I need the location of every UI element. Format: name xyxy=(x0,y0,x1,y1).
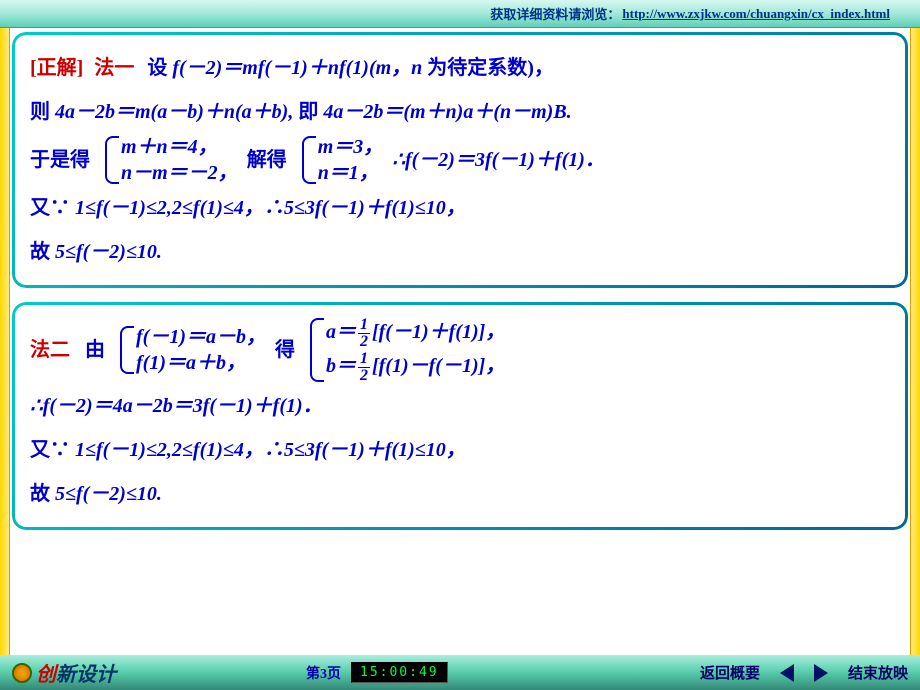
text: 于是得 xyxy=(30,138,90,182)
text: 又∵ xyxy=(30,439,70,461)
tag-correct: [正解] xyxy=(30,57,83,79)
content-area: [正解] 法一 设 f(－2)＝mf(－1)＋nf(1)(m，n 为待定系数)，… xyxy=(12,32,908,652)
text: 设 xyxy=(147,57,167,79)
eq: n＝1， xyxy=(318,160,384,186)
next-button[interactable] xyxy=(814,664,828,682)
frame-left xyxy=(0,28,10,655)
end-show-button[interactable]: 结束放映 xyxy=(848,662,908,683)
header-bar: 获取详细资料请浏览： http://www.zxjkw.com/chuangxi… xyxy=(0,0,920,28)
header-prefix: 获取详细资料请浏览： xyxy=(490,4,620,23)
text: 为待定系数)， xyxy=(427,57,554,79)
text: 即 xyxy=(298,101,318,123)
expr: ∴f(－2)＝4a－2b＝3f(－1)＋f(1)． xyxy=(30,395,323,417)
page-number: 第3页 xyxy=(306,663,341,683)
text: 故 xyxy=(30,241,50,263)
text: 由 xyxy=(85,328,105,372)
eq: a＝12[f(－1)＋f(1)]， xyxy=(326,316,505,350)
numerator: 1 xyxy=(358,351,370,368)
system-brace-4: a＝12[f(－1)＋f(1)]， b＝12[f(1)－f(－1)]， xyxy=(304,316,505,384)
text: 得 xyxy=(275,328,295,372)
solution-panel-1: [正解] 法一 设 f(－2)＝mf(－1)＋nf(1)(m，n 为待定系数)，… xyxy=(12,32,908,288)
denominator: 2 xyxy=(358,334,370,350)
method-1-label: 法一 xyxy=(94,57,134,79)
fraction: 12 xyxy=(358,351,370,384)
math-block-2: 法二 由 f(－1)＝a－b， f(1)＝a＋b， 得 a＝12[f(－1)＋f… xyxy=(30,316,890,516)
logo-text: 创新设计 xyxy=(36,658,116,687)
expr-part: b＝ xyxy=(326,355,356,377)
denominator: 2 xyxy=(358,368,370,384)
clock-display: 15:00:49 xyxy=(351,662,448,683)
text: 故 xyxy=(30,483,50,505)
solution-panel-2: 法二 由 f(－1)＝a－b， f(1)＝a＋b， 得 a＝12[f(－1)＋f… xyxy=(12,302,908,530)
eq: m＝3， xyxy=(318,134,384,160)
system-brace-1: m＋n＝4， n－m＝－2， xyxy=(99,134,238,186)
logo-icon xyxy=(12,663,32,683)
expr: 4a－2b＝(m＋n)a＋(n－m)B. xyxy=(323,101,571,123)
triangle-right-icon xyxy=(814,664,828,682)
numerator: 1 xyxy=(358,317,370,334)
expr-part: [f(1)－f(－1)]， xyxy=(372,355,505,377)
logo-char-rest: 新设计 xyxy=(56,664,116,686)
back-label: 返回概要 xyxy=(700,662,760,683)
fraction: 12 xyxy=(358,317,370,350)
expr: f(－2)＝mf(－1)＋nf(1)(m，n xyxy=(172,57,422,79)
logo: 创新设计 xyxy=(12,658,116,687)
footer-bar: 创新设计 第3页 15:00:49 返回概要 结束放映 xyxy=(0,655,920,690)
text: 则 xyxy=(30,101,50,123)
triangle-left-icon xyxy=(780,664,794,682)
text: 又∵ xyxy=(30,197,70,219)
expr-part: a＝ xyxy=(326,321,356,343)
expr: 1≤f(－1)≤2,2≤f(1)≤4，∴5≤3f(－1)＋f(1)≤10， xyxy=(75,439,466,461)
header-link[interactable]: http://www.zxjkw.com/chuangxin/cx_index.… xyxy=(622,6,890,22)
text: 解得 xyxy=(247,138,287,182)
system-brace-2: m＝3， n＝1， xyxy=(296,134,384,186)
expr: ∴f(－2)＝3f(－1)＋f(1)． xyxy=(392,138,605,182)
eq: b＝12[f(1)－f(－1)]， xyxy=(326,350,505,384)
expr: 5≤f(－2)≤10. xyxy=(55,483,162,505)
end-label: 结束放映 xyxy=(848,662,908,683)
back-to-overview-button[interactable]: 返回概要 xyxy=(700,662,760,683)
expr-part: [f(－1)＋f(1)]， xyxy=(372,321,505,343)
logo-char-1: 创 xyxy=(36,664,56,686)
eq: m＋n＝4， xyxy=(121,134,238,160)
math-block-1: [正解] 法一 设 f(－2)＝mf(－1)＋nf(1)(m，n 为待定系数)，… xyxy=(30,46,890,274)
method-2-label: 法二 xyxy=(30,328,70,372)
expr: 1≤f(－1)≤2,2≤f(1)≤4，∴5≤3f(－1)＋f(1)≤10， xyxy=(75,197,466,219)
eq: f(1)＝a＋b， xyxy=(136,350,266,376)
expr: 5≤f(－2)≤10. xyxy=(55,241,162,263)
eq: f(－1)＝a－b， xyxy=(136,324,266,350)
prev-button[interactable] xyxy=(780,664,794,682)
frame-right xyxy=(910,28,920,655)
expr: 4a－2b＝m(a－b)＋n(a＋b), xyxy=(55,101,293,123)
footer-nav: 返回概要 结束放映 xyxy=(700,662,908,683)
eq: n－m＝－2， xyxy=(121,160,238,186)
system-brace-3: f(－1)＝a－b， f(1)＝a＋b， xyxy=(114,324,266,376)
